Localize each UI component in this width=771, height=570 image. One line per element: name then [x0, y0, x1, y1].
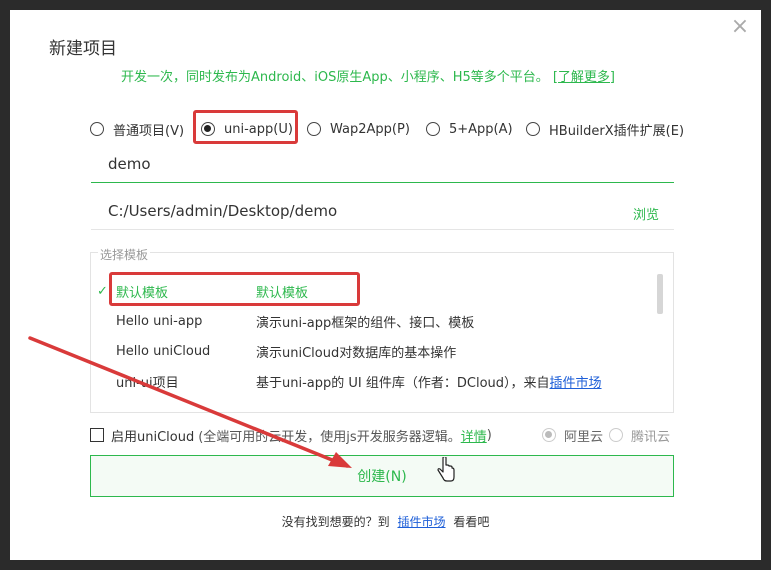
- aliyun-label: 阿里云: [564, 429, 604, 445]
- radio-circle-icon: [426, 122, 440, 136]
- close-icon[interactable]: ×: [729, 16, 751, 38]
- template-row[interactable]: Hello uni-app 演示uni-app框架的组件、接口、模板: [116, 309, 474, 333]
- template-scrollbar[interactable]: [657, 274, 663, 314]
- project-path-value: C:/Users/admin/Desktop/demo: [108, 202, 338, 220]
- template-row[interactable]: Hello uniCloud 演示uniCloud对数据库的基本操作: [116, 339, 456, 363]
- radio-label: 普通项目(V): [113, 123, 185, 139]
- radio-wap2app[interactable]: Wap2App(P): [307, 118, 410, 140]
- footer-suffix: 看看吧: [453, 515, 490, 529]
- annotation-highlight-box: [193, 110, 298, 144]
- project-path-input[interactable]: C:/Users/admin/Desktop/demo 浏览: [91, 196, 674, 230]
- new-project-dialog: × 新建项目 开发一次，同时发布为Android、iOS原生App、小程序、H5…: [10, 10, 761, 560]
- footer-hint: 没有找到想要的？到 插件市场 看看吧: [10, 513, 761, 530]
- radio-hbuilderx-plugin[interactable]: HBuilderX插件扩展(E): [526, 118, 684, 140]
- learn-more-link[interactable]: [了解更多]: [553, 70, 615, 85]
- mouse-pointer-icon: [436, 455, 456, 489]
- unicloud-option: 启用uniCloud (全端可用的云开发，使用js开发服务器逻辑。 详情 ): [90, 425, 492, 445]
- template-row[interactable]: uni-ui项目 基于uni-app的 UI 组件库（作者：DCloud），来自…: [116, 369, 602, 393]
- create-button-label: 创建(N): [357, 469, 407, 485]
- radio-circle-icon: [526, 122, 540, 136]
- template-desc-text: 基于uni-app的 UI 组件库（作者：DCloud），来自: [256, 375, 550, 391]
- dialog-title: 新建项目: [49, 39, 117, 59]
- template-legend: 选择模板: [98, 246, 151, 263]
- unicloud-desc: (全端可用的云开发，使用js开发服务器逻辑。: [198, 429, 461, 445]
- project-name-input[interactable]: demo: [91, 149, 674, 183]
- template-desc: 演示uni-app框架的组件、接口、模板: [256, 315, 475, 331]
- browse-button[interactable]: 浏览: [633, 204, 659, 223]
- template-desc: 基于uni-app的 UI 组件库（作者：DCloud），来自插件市场: [256, 372, 602, 391]
- radio-circle-icon: [307, 122, 321, 136]
- footer-prefix: 没有找到想要的？到: [281, 515, 390, 529]
- dialog-subtitle: 开发一次，同时发布为Android、iOS原生App、小程序、H5等多个平台。 […: [121, 66, 615, 85]
- radio-tencent-cloud[interactable]: [609, 428, 624, 442]
- unicloud-desc-end: ): [486, 427, 492, 443]
- unicloud-checkbox[interactable]: [90, 428, 104, 442]
- cloud-provider-group: 阿里云 腾讯云: [542, 425, 672, 445]
- annotation-highlight-box: [109, 272, 360, 306]
- check-icon: ✓: [97, 283, 108, 299]
- template-name: uni-ui项目: [116, 375, 179, 391]
- template-name: Hello uni-app: [116, 313, 203, 329]
- template-desc: 演示uniCloud对数据库的基本操作: [256, 345, 457, 361]
- radio-aliyun[interactable]: [542, 428, 556, 442]
- radio-normal-project[interactable]: 普通项目(V): [90, 118, 184, 140]
- project-name-value: demo: [108, 155, 151, 173]
- template-name: Hello uniCloud: [116, 343, 211, 359]
- radio-label: 5+App(A): [449, 121, 513, 137]
- radio-label: Wap2App(P): [330, 121, 410, 137]
- radio-label: HBuilderX插件扩展(E): [549, 123, 685, 139]
- project-type-group: 普通项目(V) uni-app(U) Wap2App(P) 5+App(A) H…: [90, 118, 690, 142]
- footer-plugin-market-link[interactable]: 插件市场: [397, 515, 445, 529]
- unicloud-label: 启用uniCloud: [111, 429, 195, 445]
- plugin-market-link[interactable]: 插件市场: [550, 376, 602, 391]
- create-button[interactable]: 创建(N): [90, 455, 674, 497]
- subtitle-text: 开发一次，同时发布为Android、iOS原生App、小程序、H5等多个平台。: [121, 70, 549, 85]
- radio-5plus-app[interactable]: 5+App(A): [426, 118, 513, 140]
- radio-circle-icon: [90, 122, 104, 136]
- tencent-cloud-label: 腾讯云: [631, 429, 671, 445]
- unicloud-details-link[interactable]: 详情: [461, 426, 487, 445]
